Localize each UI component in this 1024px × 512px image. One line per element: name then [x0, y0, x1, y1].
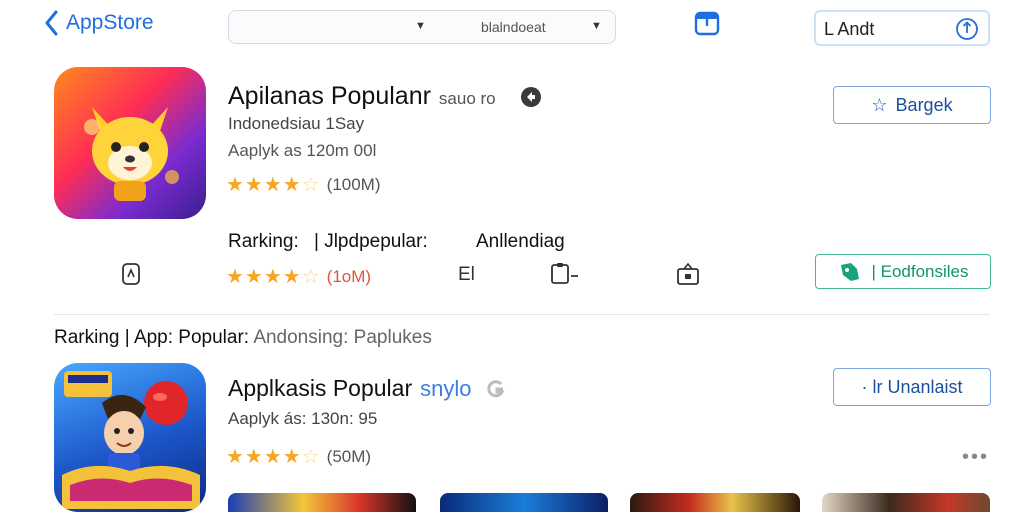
featured-developer: Indonedsiau 1Say [228, 114, 365, 133]
update-button[interactable]: · lr Unanlaist [833, 368, 991, 406]
more-options-icon[interactable]: ••• [962, 446, 989, 469]
screenshot-thumbnail[interactable] [440, 493, 608, 512]
section-label[interactable]: Rarking [54, 327, 119, 348]
screenshot-thumbnail[interactable] [630, 493, 800, 512]
save-label: Bargek [895, 94, 953, 115]
device-icon[interactable] [550, 262, 580, 291]
caret-down-icon: ▼ [591, 20, 602, 32]
star-rating-icon: ★★★★☆ [226, 266, 321, 288]
open-label: | Eodfonsiles [871, 261, 969, 281]
back-button[interactable]: AppStore [44, 10, 154, 36]
dropdown-value: blalndoeat [481, 19, 546, 35]
fox-mascot-icon [84, 107, 179, 201]
screenshot-thumbnail[interactable] [822, 493, 990, 512]
mid-label[interactable]: El [458, 264, 475, 286]
second-title-suffix: snylo [420, 375, 472, 401]
featured-rating: ★★★★☆ (100M) [226, 172, 381, 197]
update-label: · lr Unanlaist [861, 376, 963, 397]
game-controller-icon [841, 262, 860, 281]
star-rating-icon: ★★★★☆ [226, 174, 321, 196]
back-label: AppStore [66, 11, 154, 34]
search-input[interactable]: L Andt [814, 10, 990, 46]
rank-extra[interactable]: Anllendiag [476, 231, 565, 253]
rank-value[interactable]: | Jlpdpepular: [314, 231, 428, 253]
game-badge-icon [520, 86, 541, 107]
app-icon-second[interactable] [54, 363, 206, 512]
screenshot-thumbnail[interactable] [228, 493, 416, 512]
featured-size: Aaplyk as 120m 00l [228, 141, 377, 160]
game-badge-icon [487, 379, 505, 397]
second-size: Aaplyk ás: 130n: 95 [228, 409, 378, 428]
open-button[interactable]: | Eodfonsiles [815, 254, 991, 289]
rating-count: (100M) [326, 174, 381, 194]
divider [54, 314, 990, 315]
section-item-trending[interactable]: Andonsing: [253, 327, 348, 348]
rating-count: (1oM) [326, 266, 372, 286]
second-title[interactable]: Applkasis Popular [228, 375, 412, 402]
rating-count: (50M) [326, 446, 372, 466]
save-button[interactable]: ☆ Bargek [833, 86, 991, 124]
app-icon-featured[interactable] [54, 67, 206, 219]
secondary-rating: ★★★★☆ (1oM) [226, 264, 371, 289]
featured-title-row: Apilanas Populanr sauo ro [228, 82, 542, 111]
share-icon[interactable] [955, 17, 979, 46]
second-rating: ★★★★☆ (50M) [226, 444, 371, 469]
featured-title-suffix: sauo ro [438, 89, 496, 108]
section-item-popular[interactable]: App: Popular: [134, 327, 249, 348]
section-item-popular-2[interactable]: Paplukes [354, 327, 432, 348]
category-dropdown[interactable]: ▼ blalndoeat ▼ [228, 10, 616, 44]
star-rating-icon: ★★★★☆ [226, 446, 321, 468]
second-title-row: Applkasis Popular snylo [228, 375, 507, 402]
section-sep: | [124, 327, 130, 348]
game-hero-icon [62, 371, 200, 509]
gift-icon[interactable] [676, 262, 700, 291]
search-value: L Andt [824, 19, 875, 39]
caret-down-icon: ▼ [415, 20, 426, 32]
featured-title[interactable]: Apilanas Populanr [228, 82, 431, 111]
chevron-left-icon [45, 10, 58, 36]
section-tabs: Rarking | App: Popular: Andonsing: Paplu… [54, 327, 432, 349]
bookmark-tab-icon[interactable] [693, 10, 721, 43]
rank-label: Rarking: [228, 231, 299, 252]
star-outline-icon: ☆ [871, 94, 888, 115]
phone-icon[interactable] [120, 262, 142, 291]
